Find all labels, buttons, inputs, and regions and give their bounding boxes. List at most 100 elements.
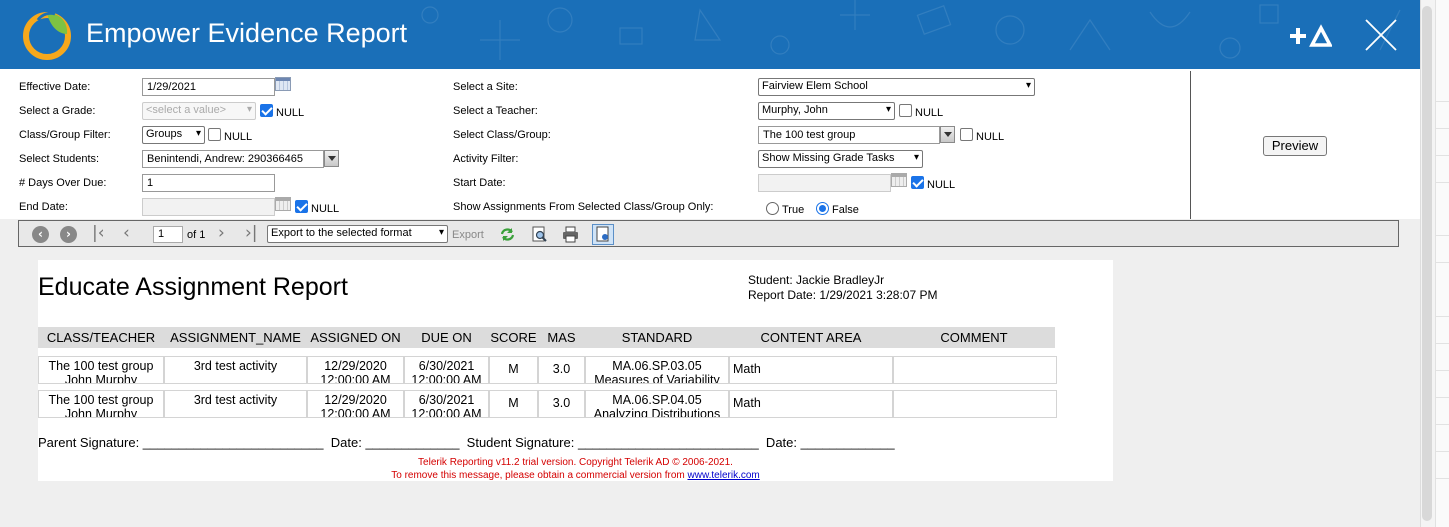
trial-notice: Telerik Reporting v11.2 trial version. C… <box>418 457 733 468</box>
column-header: STANDARD <box>585 327 729 348</box>
cell-standard: MA.06.SP.03.05 Measures of Variability <box>585 356 729 384</box>
forward-icon[interactable]: › <box>60 226 77 243</box>
cell-mas: 3.0 <box>538 356 585 384</box>
export-format-value: Export to the selected format <box>271 227 412 239</box>
chevron-down-icon: ▾ <box>195 128 201 139</box>
days-over-due-input[interactable]: 1 <box>142 174 275 192</box>
class-group-filter-select[interactable]: Groups ▾ <box>142 126 205 144</box>
column-header: CONTENT AREA <box>729 327 893 348</box>
class-group-null-checkbox[interactable] <box>960 128 973 141</box>
cell-assignment: 3rd test activity <box>164 390 307 418</box>
cell-due-on: 6/30/2021 12:00:00 AM <box>404 356 489 384</box>
back-icon[interactable]: ‹ <box>32 226 49 243</box>
class-group-input[interactable]: The 100 test group <box>758 126 940 144</box>
show-assignments-true-radio[interactable] <box>766 202 779 215</box>
report-page: Educate Assignment Report Student: Jacki… <box>38 260 1113 481</box>
teacher-null-checkbox[interactable] <box>899 104 912 117</box>
standard-name: Analyzing Distributions <box>593 407 721 418</box>
cell-class-teacher: The 100 test group John Murphy <box>38 390 164 418</box>
standard-name: Measures of Variability <box>594 373 720 384</box>
grade-select[interactable]: <select a value> ▾ <box>142 102 256 120</box>
previous-page-icon[interactable]: ‹ <box>123 223 130 243</box>
grade-null-label: NULL <box>276 107 305 119</box>
start-date-null-checkbox[interactable] <box>911 176 924 189</box>
assigned-date: 12/29/2020 <box>324 393 387 407</box>
close-icon[interactable] <box>1364 18 1398 52</box>
telerik-link[interactable]: www.telerik.com <box>688 470 760 481</box>
assigned-time: 12:00:00 AM <box>320 407 391 418</box>
preview-button[interactable]: Preview <box>1263 136 1327 156</box>
export-button[interactable]: Export <box>452 229 484 241</box>
scrollbar-thumb[interactable] <box>1422 6 1432 521</box>
start-date-input[interactable] <box>758 174 891 192</box>
assigned-time: 12:00:00 AM <box>320 373 391 384</box>
column-header: ASSIGNMENT_NAME <box>164 327 307 348</box>
cell-assigned-on: 12/29/2020 12:00:00 AM <box>307 356 404 384</box>
cell-standard: MA.06.SP.04.05 Analyzing Distributions <box>585 390 729 418</box>
grade-null-checkbox[interactable] <box>260 104 273 117</box>
column-header: MAS <box>538 327 585 348</box>
teacher-select[interactable]: Murphy, John ▾ <box>758 102 895 120</box>
cell-comment <box>893 390 1057 418</box>
print-preview-icon[interactable] <box>531 226 548 243</box>
student-line: Student: Jackie BradleyJr <box>748 273 885 287</box>
column-header: SCORE <box>489 327 538 348</box>
column-header: DUE ON <box>404 327 489 348</box>
due-date: 6/30/2021 <box>418 393 475 407</box>
calendar-icon[interactable] <box>891 173 907 187</box>
teacher-label: Select a Teacher: <box>453 105 538 117</box>
students-dropdown-button[interactable] <box>324 150 339 167</box>
class-name: The 100 test group <box>48 393 154 407</box>
end-date-label: End Date: <box>19 201 68 213</box>
effective-date-input[interactable]: 1/29/2021 <box>142 78 275 96</box>
print-icon[interactable] <box>562 226 579 243</box>
refresh-icon[interactable] <box>499 226 516 243</box>
cell-comment <box>893 356 1057 384</box>
activity-filter-select[interactable]: Show Missing Grade Tasks ▾ <box>758 150 923 168</box>
add-tools-icon[interactable] <box>1288 24 1332 48</box>
last-page-icon[interactable]: ›| <box>245 223 258 243</box>
end-date-input[interactable] <box>142 198 275 216</box>
chevron-down-icon: ▾ <box>438 227 444 238</box>
cell-assignment: 3rd test activity <box>164 356 307 384</box>
app-logo-icon <box>23 11 71 60</box>
cell-assigned-on: 12/29/2020 12:00:00 AM <box>307 390 404 418</box>
site-select[interactable]: Fairview Elem School ▾ <box>758 78 1035 96</box>
class-group-label: Select Class/Group: <box>453 129 551 141</box>
end-date-null-checkbox[interactable] <box>295 200 308 213</box>
first-page-icon[interactable]: |‹ <box>92 223 105 243</box>
show-assignments-label: Show Assignments From Selected Class/Gro… <box>453 201 714 213</box>
cell-content-area: Math <box>729 390 893 418</box>
report-viewer-toolbar: ‹ › |‹ ‹ 1 of 1 › ›| Export to the selec… <box>18 220 1399 247</box>
class-group-filter-null-checkbox[interactable] <box>208 128 221 141</box>
site-label: Select a Site: <box>453 81 518 93</box>
next-page-icon[interactable]: › <box>218 223 225 243</box>
due-time: 12:00:00 AM <box>411 407 482 418</box>
column-header: ASSIGNED ON <box>307 327 404 348</box>
calendar-icon[interactable] <box>275 77 291 91</box>
export-format-select[interactable]: Export to the selected format ▾ <box>267 225 448 243</box>
activity-filter-label: Activity Filter: <box>453 153 519 165</box>
class-group-dropdown-button[interactable] <box>940 126 955 143</box>
class-group-filter-label: Class/Group Filter: <box>19 129 111 141</box>
assigned-date: 12/29/2020 <box>324 359 387 373</box>
app-header: Empower Evidence Report <box>0 0 1420 69</box>
page-number-input[interactable]: 1 <box>153 226 183 243</box>
column-header: COMMENT <box>893 327 1055 348</box>
start-date-null-label: NULL <box>927 179 956 191</box>
chevron-down-icon: ▾ <box>1025 80 1031 91</box>
page-layout-icon[interactable] <box>592 224 614 245</box>
activity-filter-value: Show Missing Grade Tasks <box>762 152 895 164</box>
show-assignments-false-radio[interactable] <box>816 202 829 215</box>
students-label: Select Students: <box>19 153 100 165</box>
teacher-name: John Murphy <box>64 407 138 418</box>
cell-content-area: Math <box>729 356 893 384</box>
standard-code: MA.06.SP.03.05 <box>612 359 702 373</box>
column-header: CLASS/TEACHER <box>38 327 164 348</box>
show-assignments-true-label: True <box>782 204 805 216</box>
students-input[interactable]: Benintendi, Andrew: 290366465 <box>142 150 324 168</box>
standard-code: MA.06.SP.04.05 <box>612 393 702 407</box>
calendar-icon[interactable] <box>275 197 291 211</box>
cell-score: M <box>489 356 538 384</box>
report-date-line: Report Date: 1/29/2021 3:28:07 PM <box>748 288 938 302</box>
